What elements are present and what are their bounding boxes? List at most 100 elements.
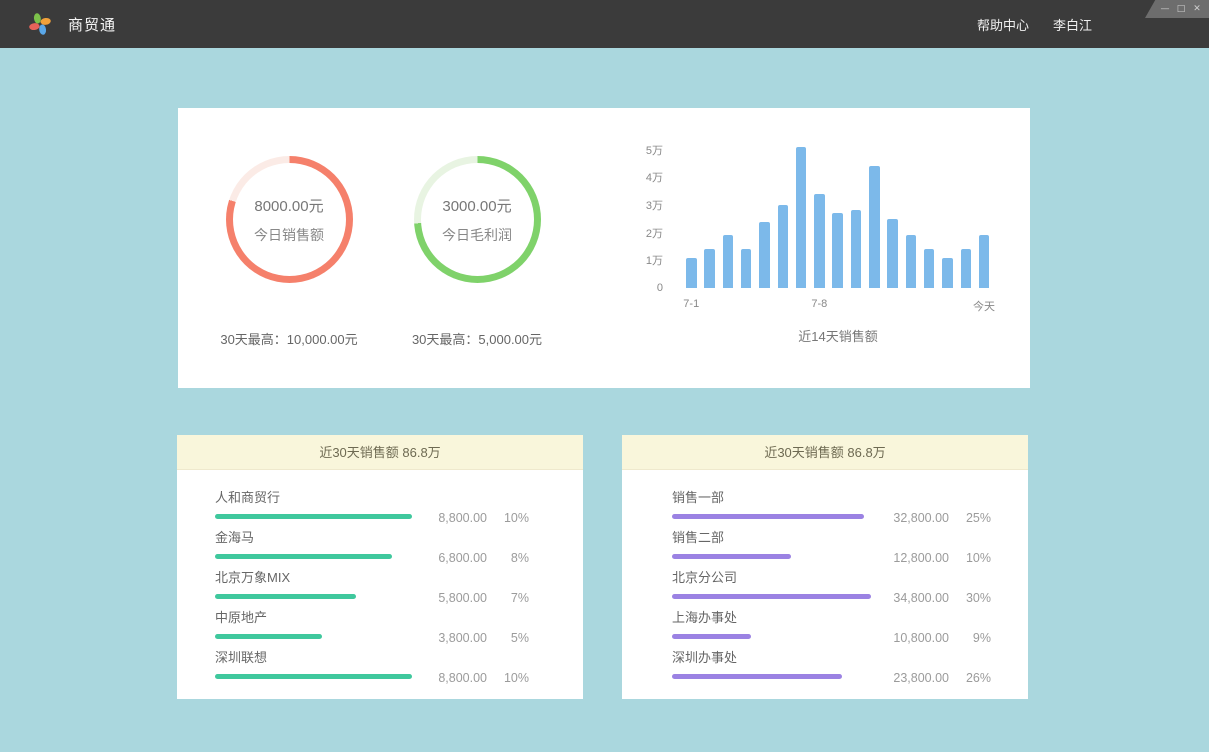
customer-sales-card: 近30天销售额 86.8万 人和商贸行8,800.0010%金海马6,800.0… [177,435,583,699]
rank-percent: 10% [497,511,529,525]
rank-amount: 5,800.00 [425,591,487,605]
rank-row: 深圳联想8,800.00 10% [177,651,583,691]
rank-percent: 7% [497,591,529,605]
rank-amount: 8,800.00 [425,511,487,525]
daily-sales-chart: 5万 4万 3万 2万 1万 0 7-1 7-8 今天 近14天销售额 [618,108,1013,388]
rank-name: 上海办事处 [672,611,887,625]
rank-name: 中原地产 [215,611,425,625]
daily-bar-3 [741,249,752,288]
rank-bar [672,514,864,519]
daily-bar-15 [961,249,972,288]
rank-percent: 10% [497,671,529,685]
daily-sales-bars [686,138,990,288]
y-tick: 5万 [618,142,663,158]
daily-bar-5 [778,205,789,288]
today-sales-30d-max: 30天最高：10,000.00元 [194,329,384,348]
close-icon[interactable]: ✕ [1192,5,1202,14]
y-tick: 1万 [618,252,663,268]
rank-amount: 10,800.00 [887,631,949,645]
rank-percent: 5% [497,631,529,645]
rank-bar [672,634,751,639]
rank-name: 深圳办事处 [672,651,887,665]
rank-amount: 12,800.00 [887,551,949,565]
rank-row: 深圳办事处23,800.0026% [622,651,1028,691]
daily-bar-10 [869,166,880,288]
x-tick: 今天 [973,298,995,314]
rank-name: 销售二部 [672,531,887,545]
daily-bar-14 [942,258,953,288]
app-title: 商贸通 [68,14,116,35]
today-sales-gauge: 8000.00元 今日销售额 30天最高：10,000.00元 [194,156,384,348]
today-sales-donut: 8000.00元 今日销售额 [226,156,353,283]
y-tick: 4万 [618,169,663,185]
user-menu[interactable]: 李白江 [1053,15,1092,34]
daily-bar-8 [832,213,843,288]
department-sales-card-title: 近30天销售额 86.8万 [622,435,1028,470]
rank-row: 金海马6,800.00 8% [177,531,583,571]
today-profit-gauge: 3000.00元 今日毛利润 30天最高：5,000.00元 [382,156,572,348]
rank-row: 上海办事处10,800.00 9% [622,611,1028,651]
today-sales-label: 今日销售额 [254,225,324,245]
pinwheel-logo-icon [28,12,52,36]
daily-bar-0 [686,258,697,288]
rank-amount: 32,800.00 [887,511,949,525]
rank-percent: 9% [959,631,991,645]
daily-bar-7 [814,194,825,288]
rank-bar [672,674,842,679]
daily-sales-chart-title: 近14天销售额 [686,326,990,345]
rank-amount: 23,800.00 [887,671,949,685]
customer-sales-list: 人和商贸行8,800.0010%金海马6,800.008%北京万象MIX5,80… [177,470,583,691]
minimize-icon[interactable]: — [1160,5,1170,14]
today-profit-30d-max: 30天最高：5,000.00元 [382,329,572,348]
y-tick: 0 [618,282,663,294]
rank-name: 北京分公司 [672,571,887,585]
rank-percent: 8% [497,551,529,565]
rank-name: 深圳联想 [215,651,425,665]
rank-bar [215,514,412,519]
daily-bar-16 [979,235,990,288]
daily-bar-12 [906,235,917,288]
today-sales-value: 8000.00元 [254,195,323,216]
x-tick: 7-1 [683,298,699,310]
window-controls: — □ ✕ [1145,0,1209,18]
department-sales-card: 近30天销售额 86.8万 销售一部32,800.00 25% 销售二部12,800… [622,435,1028,699]
y-tick: 2万 [618,225,663,241]
rank-bar [215,554,392,559]
rank-percent: 25% [959,511,991,525]
rank-bar [672,554,791,559]
x-tick: 7-8 [811,298,827,310]
today-profit-donut: 3000.00元 今日毛利润 [414,156,541,283]
rank-name: 销售一部 [672,491,887,505]
rank-bar [215,594,356,599]
rank-row: 人和商贸行8,800.00 10% [177,491,583,531]
department-sales-list: 销售一部32,800.00 25% 销售二部12,800.00 10% 北京分公司34,… [622,470,1028,691]
rank-bar [672,594,871,599]
rank-row: 北京万象MIX5,800.00 7% [177,571,583,611]
rank-name: 人和商贸行 [215,491,425,505]
help-center-link[interactable]: 帮助中心 [977,15,1029,34]
daily-bar-13 [924,249,935,288]
y-tick: 3万 [618,197,663,213]
rank-amount: 8,800.00 [425,671,487,685]
today-profit-label: 今日毛利润 [442,225,512,245]
rank-name: 北京万象MIX [215,571,425,585]
today-profit-value: 3000.00元 [442,195,511,216]
daily-bar-6 [796,147,807,288]
daily-bar-2 [723,235,734,288]
rank-percent: 30% [959,591,991,605]
rank-amount: 6,800.00 [425,551,487,565]
rank-row: 销售一部32,800.00 25% [622,491,1028,531]
rank-percent: 10% [959,551,991,565]
rank-bar [215,674,412,679]
rank-amount: 3,800.00 [425,631,487,645]
maximize-icon[interactable]: □ [1176,5,1186,14]
titlebar: 商贸通 帮助中心 李白江 [0,0,1209,48]
rank-amount: 34,800.00 [887,591,949,605]
daily-bar-9 [851,210,862,288]
daily-bar-1 [704,249,715,288]
rank-name: 金海马 [215,531,425,545]
rank-row: 销售二部12,800.00 10% [622,531,1028,571]
overview-card: 8000.00元 今日销售额 30天最高：10,000.00元 3000.00元… [178,108,1030,388]
rank-row: 北京分公司34,800.00 30% [622,571,1028,611]
rank-row: 中原地产3,800.00 5% [177,611,583,651]
